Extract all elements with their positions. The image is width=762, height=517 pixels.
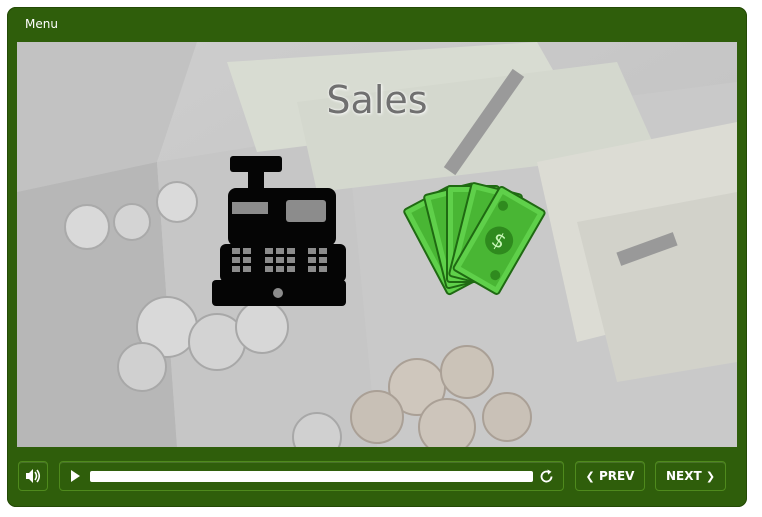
volume-icon xyxy=(26,469,41,483)
chevron-left-icon: ❮ xyxy=(585,470,595,483)
replay-icon[interactable] xyxy=(538,468,555,485)
cash-register-icon xyxy=(212,156,346,306)
play-icon[interactable] xyxy=(68,469,82,483)
chevron-right-icon: ❯ xyxy=(705,470,716,483)
prev-label: PREV xyxy=(598,469,635,483)
menu-button[interactable]: Menu xyxy=(25,17,58,31)
player-frame: Menu Sales $ ❮ PREV NEXT ❯ xyxy=(7,7,747,507)
progress-track[interactable] xyxy=(90,471,533,482)
playback-controls: ❮ PREV NEXT ❯ xyxy=(7,458,747,498)
prev-button[interactable]: ❮ PREV xyxy=(575,461,645,491)
seekbar-container xyxy=(59,461,564,491)
next-label: NEXT xyxy=(665,469,702,483)
volume-button[interactable] xyxy=(18,461,48,491)
next-button[interactable]: NEXT ❯ xyxy=(655,461,726,491)
slide-stage: Sales $ xyxy=(17,42,737,447)
money-bills-icon: $ $ $ xyxy=(403,182,546,296)
slide-title: Sales xyxy=(326,78,428,122)
